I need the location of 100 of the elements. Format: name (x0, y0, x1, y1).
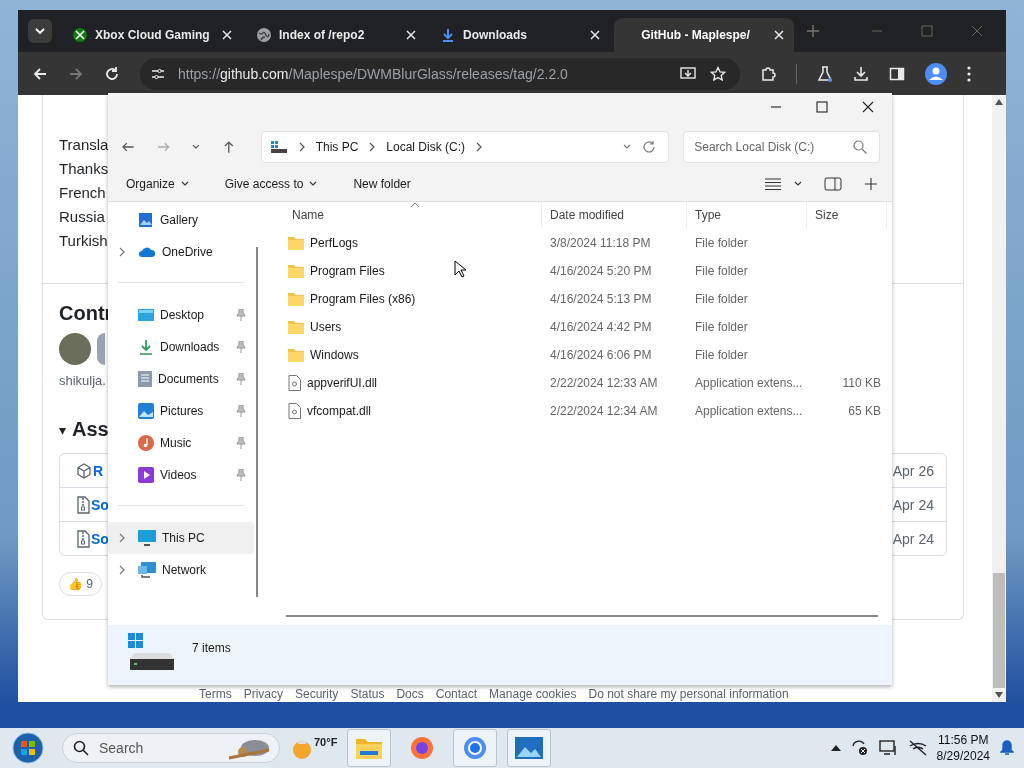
sidebar-item[interactable]: Videos (108, 459, 254, 491)
avatar-circle[interactable] (59, 333, 91, 365)
reload-icon[interactable] (104, 65, 120, 82)
browser-tab[interactable]: Downloads (430, 18, 610, 52)
scroll-up-icon[interactable] (995, 99, 1003, 105)
footer-link[interactable]: Privacy (243, 687, 283, 701)
asset-link[interactable]: So (91, 530, 109, 547)
column-header[interactable]: Type (687, 202, 807, 228)
command-button[interactable]: Organize (118, 173, 197, 195)
collapse-toggle[interactable]: ▾ (59, 421, 66, 438)
sidebar-item[interactable]: Downloads (108, 331, 254, 363)
breadcrumb-item[interactable]: Local Disk (C:) (386, 140, 465, 154)
reaction-button[interactable]: 👍 9 (59, 572, 102, 596)
expand-chevron-icon[interactable] (118, 247, 126, 257)
command-button[interactable]: New folder (345, 173, 419, 195)
maximize-icon[interactable] (816, 101, 828, 113)
menu-icon[interactable] (967, 65, 971, 82)
avatar-edge[interactable] (97, 333, 105, 365)
chevron-down-icon[interactable] (794, 181, 802, 187)
taskbar-app[interactable] (453, 729, 498, 767)
clock[interactable]: 11:56 PM 8/29/2024 (936, 732, 990, 764)
file-name[interactable]: Program Files (x86) (310, 292, 416, 306)
tab-search-button[interactable] (28, 19, 52, 43)
chevron-right-icon[interactable] (297, 142, 306, 152)
bell-icon[interactable] (1000, 740, 1014, 756)
sidebar-item[interactable]: Pictures (108, 395, 254, 427)
sidebar-item[interactable]: Desktop (108, 299, 254, 331)
pin-icon[interactable] (236, 373, 246, 385)
browser-tab[interactable]: GitHub - Maplespe/ (614, 18, 794, 52)
asset-link[interactable]: So (91, 496, 109, 513)
pin-icon[interactable] (236, 309, 246, 321)
caret-up-icon[interactable] (830, 745, 841, 751)
profile-avatar-icon[interactable] (925, 62, 947, 85)
expand-chevron-icon[interactable] (118, 533, 126, 543)
new-tab-icon[interactable] (806, 24, 820, 38)
flask-icon[interactable] (817, 65, 833, 82)
search-input[interactable]: Search (97, 739, 217, 757)
footer-link[interactable]: Do not share my personal information (588, 687, 789, 701)
weather-widget[interactable]: 70°F (290, 736, 338, 760)
browser-tab[interactable]: Index of /repo2 (246, 18, 426, 52)
footer-link[interactable]: Status (350, 687, 385, 701)
search-field[interactable]: Search Local Disk (C:) (683, 131, 880, 163)
star-icon[interactable] (710, 65, 726, 82)
file-name[interactable]: Windows (310, 348, 359, 362)
footer-link[interactable]: Contact (435, 687, 478, 701)
column-header[interactable]: Date modified (542, 202, 687, 228)
details-pane-icon[interactable] (824, 177, 842, 191)
sidebar-item[interactable]: Network (108, 554, 254, 586)
command-button[interactable]: Give access to (216, 173, 326, 195)
taskbar-app[interactable] (347, 729, 392, 767)
column-header[interactable]: Size (807, 202, 887, 228)
column-header[interactable]: Name (272, 202, 542, 228)
breadcrumb-item[interactable]: This PC (315, 140, 359, 154)
side-panel-icon[interactable] (889, 65, 905, 82)
back-arrow-icon[interactable] (32, 65, 48, 82)
download-icon[interactable] (853, 65, 869, 82)
footer-link[interactable]: Terms (199, 687, 232, 701)
pin-icon[interactable] (236, 405, 246, 417)
forward-arrow-icon[interactable] (68, 65, 84, 82)
search-icon[interactable] (853, 140, 867, 154)
file-name[interactable]: Users (310, 320, 342, 334)
taskbar-search-field[interactable]: Search (62, 733, 280, 763)
pin-icon[interactable] (236, 469, 246, 481)
asset-link[interactable]: R (93, 462, 104, 479)
install-app-icon[interactable] (680, 65, 698, 82)
plus-icon[interactable] (864, 177, 878, 191)
sidebar-item[interactable]: Gallery (108, 204, 254, 236)
address-bar[interactable]: This PC Local Disk (C:) (260, 131, 670, 163)
monitor-icon[interactable] (878, 740, 899, 756)
footer-link[interactable]: Manage cookies (489, 687, 577, 701)
list-view-icon[interactable] (764, 178, 782, 190)
chevron-right-icon[interactable] (368, 142, 377, 152)
puzzle-icon[interactable] (760, 65, 776, 82)
expand-chevron-icon[interactable] (118, 565, 126, 575)
taskbar-app[interactable] (507, 729, 552, 767)
sidebar-item[interactable]: This PC (108, 522, 254, 554)
file-name[interactable]: Program Files (310, 264, 385, 278)
footer-link[interactable]: Docs (396, 687, 424, 701)
footer-link[interactable]: Security (295, 687, 339, 701)
address-bar[interactable]: https://github.com/Maplespe/DWMBlurGlass/releases/tag/2.2.0 (140, 57, 740, 90)
network-off-icon[interactable] (908, 740, 927, 756)
scroll-down-icon[interactable] (995, 692, 1003, 698)
chevron-down-icon[interactable] (191, 142, 201, 152)
sidebar-item[interactable]: OneDrive (108, 236, 254, 268)
sync-off-icon[interactable] (850, 740, 869, 756)
start-button-icon[interactable] (12, 732, 44, 764)
scrollbar-thumb[interactable] (993, 573, 1005, 688)
browser-tab[interactable]: Xbox Cloud Gaming (62, 18, 242, 52)
pin-icon[interactable] (236, 341, 246, 353)
search-input[interactable]: Search Local Disk (C:) (692, 139, 853, 155)
file-name[interactable]: vfcompat.dll (307, 404, 372, 418)
chevron-right-icon[interactable] (475, 142, 483, 152)
sidebar-item[interactable]: Music (108, 427, 254, 459)
horizontal-scrollbar[interactable] (286, 615, 878, 617)
pin-icon[interactable] (236, 437, 246, 449)
close-icon[interactable] (862, 101, 874, 113)
file-name[interactable]: appverifUI.dll (307, 376, 378, 390)
file-name[interactable]: PerfLogs (310, 236, 359, 250)
refresh-icon[interactable] (642, 140, 657, 154)
sidebar-item[interactable]: Documents (108, 363, 254, 395)
